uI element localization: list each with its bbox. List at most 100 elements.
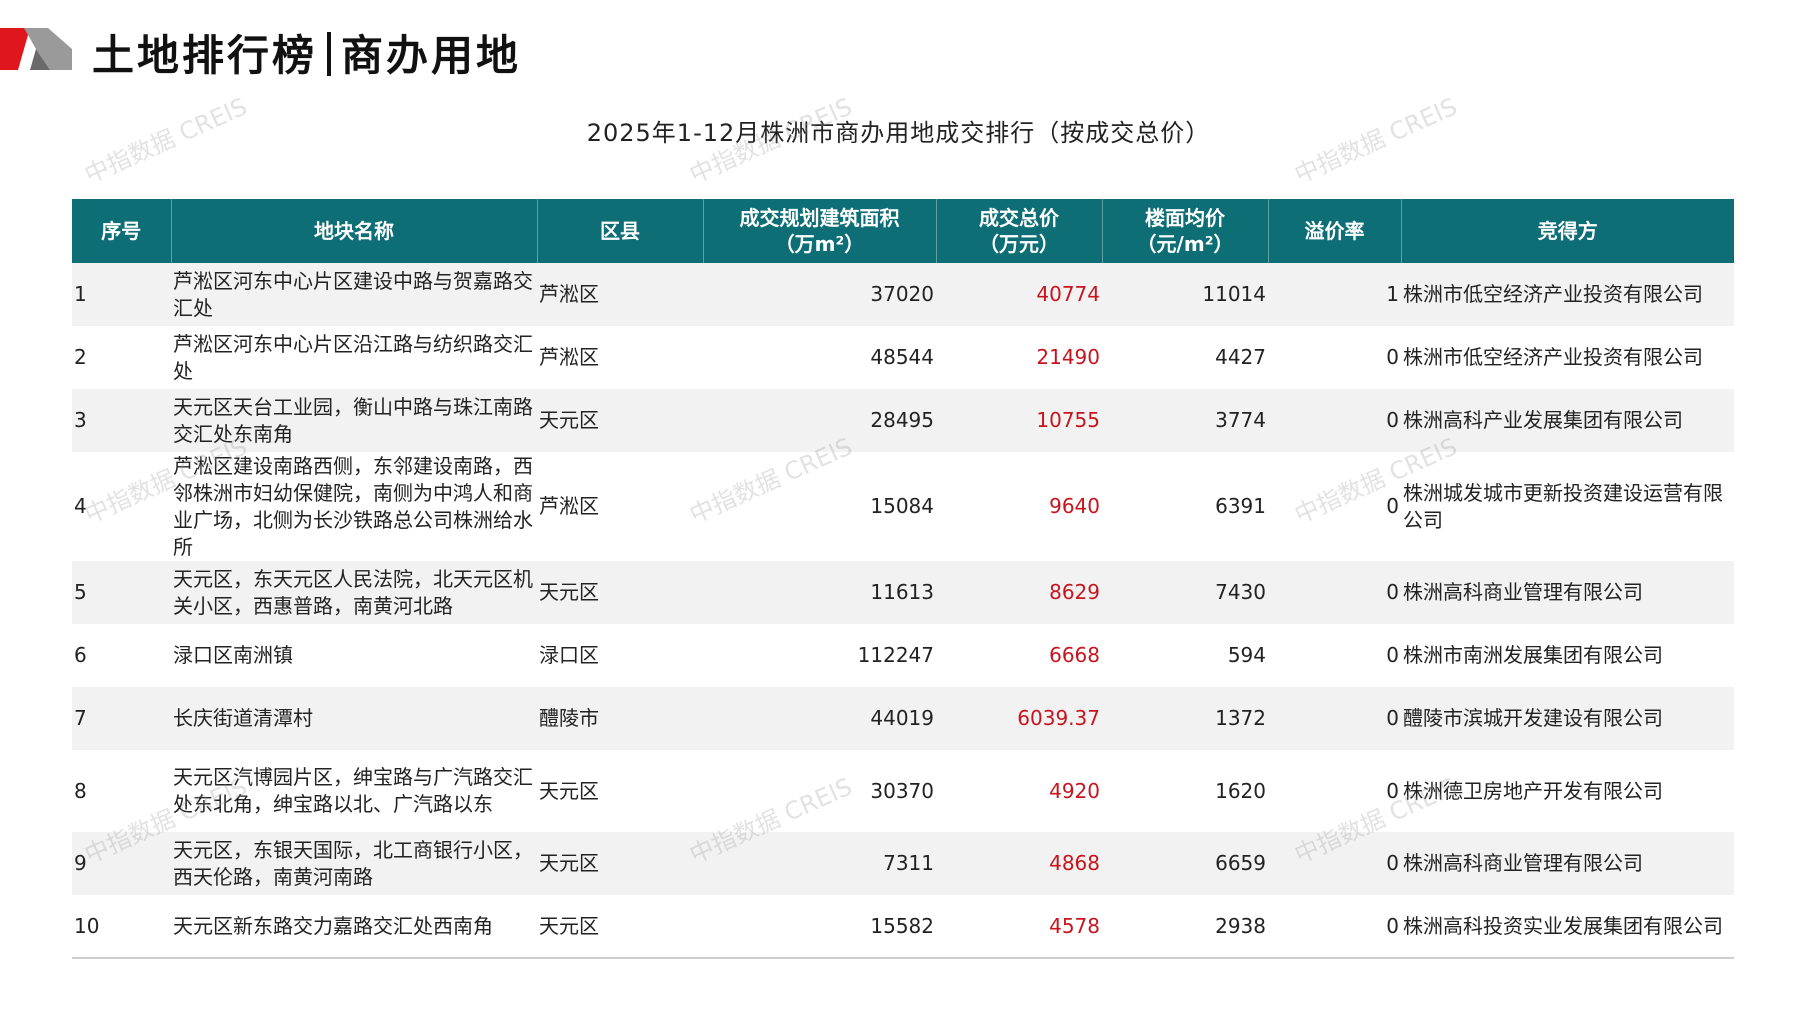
cell-total-price: 4920 xyxy=(936,750,1102,832)
cell-rank: 9 xyxy=(72,832,171,895)
cell-area: 112247 xyxy=(703,624,936,687)
cell-total-price: 21490 xyxy=(936,326,1102,389)
cell-rank: 5 xyxy=(72,561,171,624)
cell-premium: 0 xyxy=(1268,687,1401,750)
cell-unit-price: 11014 xyxy=(1102,263,1268,326)
cell-area: 44019 xyxy=(703,687,936,750)
cell-district: 醴陵市 xyxy=(537,687,703,750)
cell-buyer: 株洲高科商业管理有限公司 xyxy=(1401,832,1734,895)
table-row: 5 天元区，东天元区人民法院，北天元区机关小区，西惠普路，南黄河北路 天元区 1… xyxy=(72,561,1734,624)
page-title: 土地排行榜 商办用地 xyxy=(92,22,521,83)
cell-buyer: 株洲德卫房地产开发有限公司 xyxy=(1401,750,1734,832)
cell-area: 15084 xyxy=(703,452,936,561)
cell-total-price: 40774 xyxy=(936,263,1102,326)
cell-rank: 3 xyxy=(72,389,171,452)
cell-name: 天元区，东天元区人民法院，北天元区机关小区，西惠普路，南黄河北路 xyxy=(171,561,537,624)
cell-unit-price: 7430 xyxy=(1102,561,1268,624)
cell-name: 天元区天台工业园，衡山中路与珠江南路交汇处东南角 xyxy=(171,389,537,452)
cell-name: 天元区，东银天国际，北工商银行小区，西天伦路，南黄河南路 xyxy=(171,832,537,895)
col-header-premium: 溢价率 xyxy=(1268,199,1402,263)
cell-area: 30370 xyxy=(703,750,936,832)
col-header-district: 区县 xyxy=(537,199,704,263)
cell-district: 天元区 xyxy=(537,750,703,832)
cell-district: 天元区 xyxy=(537,895,703,959)
cell-name: 渌口区南洲镇 xyxy=(171,624,537,687)
cell-rank: 8 xyxy=(72,750,171,832)
cell-unit-price: 4427 xyxy=(1102,326,1268,389)
cell-district: 芦淞区 xyxy=(537,263,703,326)
cell-premium: 0 xyxy=(1268,452,1401,561)
cell-premium: 1 xyxy=(1268,263,1401,326)
cell-total-price: 9640 xyxy=(936,452,1102,561)
cell-total-price: 6039.37 xyxy=(936,687,1102,750)
table-row: 1 芦淞区河东中心片区建设中路与贺嘉路交汇处 芦淞区 37020 40774 1… xyxy=(72,263,1734,326)
col-header-area: 成交规划建筑面积 （万m²） xyxy=(703,199,937,263)
table-header-row: 序号 地块名称 区县 成交规划建筑面积 （万m²） 成交总价 （万元） 楼面均价 （元… xyxy=(72,199,1734,263)
cell-buyer: 株洲高科投资实业发展集团有限公司 xyxy=(1401,895,1734,959)
table-row: 3 天元区天台工业园，衡山中路与珠江南路交汇处东南角 天元区 28495 107… xyxy=(72,389,1734,452)
table-row: 4 芦淞区建设南路西侧，东邻建设南路，西邻株洲市妇幼保健院，南侧为中鸿人和商业广… xyxy=(72,452,1734,561)
cell-district: 芦淞区 xyxy=(537,326,703,389)
cell-rank: 4 xyxy=(72,452,171,561)
table-row: 10 天元区新东路交力嘉路交汇处西南角 天元区 15582 4578 2938 … xyxy=(72,895,1734,959)
table-row: 7 长庆街道清潭村 醴陵市 44019 6039.37 1372 0 醴陵市滨城… xyxy=(72,687,1734,750)
cell-unit-price: 3774 xyxy=(1102,389,1268,452)
cell-unit-price: 1620 xyxy=(1102,750,1268,832)
cell-rank: 7 xyxy=(72,687,171,750)
cell-buyer: 株洲高科产业发展集团有限公司 xyxy=(1401,389,1734,452)
cell-buyer: 株洲城发城市更新投资建设运营有限公司 xyxy=(1401,452,1734,561)
cell-name: 长庆街道清潭村 xyxy=(171,687,537,750)
col-header-unit-price: 楼面均价 （元/m²） xyxy=(1102,199,1269,263)
page-title-left: 土地排行榜 xyxy=(92,31,318,80)
cell-name: 芦淞区建设南路西侧，东邻建设南路，西邻株洲市妇幼保健院，南侧为中鸿人和商业广场，… xyxy=(171,452,537,561)
cell-unit-price: 594 xyxy=(1102,624,1268,687)
cell-area: 37020 xyxy=(703,263,936,326)
cell-area: 7311 xyxy=(703,832,936,895)
title-divider xyxy=(327,32,332,76)
cell-total-price: 4578 xyxy=(936,895,1102,959)
col-header-total-price: 成交总价 （万元） xyxy=(936,199,1103,263)
land-ranking-table: 序号 地块名称 区县 成交规划建筑面积 （万m²） 成交总价 （万元） 楼面均价 （元… xyxy=(72,199,1734,959)
table-subtitle: 2025年1-12月株洲市商办用地成交排行（按成交总价） xyxy=(586,119,1211,147)
cell-buyer: 醴陵市滨城开发建设有限公司 xyxy=(1401,687,1734,750)
logo-icon xyxy=(0,28,72,70)
cell-premium: 0 xyxy=(1268,895,1401,959)
table-row: 6 渌口区南洲镇 渌口区 112247 6668 594 0 株洲市南洲发展集团… xyxy=(72,624,1734,687)
cell-area: 15582 xyxy=(703,895,936,959)
cell-premium: 0 xyxy=(1268,624,1401,687)
cell-unit-price: 6391 xyxy=(1102,452,1268,561)
cell-area: 11613 xyxy=(703,561,936,624)
cell-total-price: 4868 xyxy=(936,832,1102,895)
col-header-rank: 序号 xyxy=(72,199,172,263)
cell-premium: 0 xyxy=(1268,561,1401,624)
cell-district: 天元区 xyxy=(537,389,703,452)
cell-district: 渌口区 xyxy=(537,624,703,687)
col-header-name: 地块名称 xyxy=(171,199,538,263)
cell-premium: 0 xyxy=(1268,389,1401,452)
cell-buyer: 株洲市低空经济产业投资有限公司 xyxy=(1401,326,1734,389)
cell-premium: 0 xyxy=(1268,750,1401,832)
cell-buyer: 株洲市低空经济产业投资有限公司 xyxy=(1401,263,1734,326)
cell-premium: 0 xyxy=(1268,326,1401,389)
page-title-right: 商办用地 xyxy=(341,31,522,80)
table-row: 8 天元区汽博园片区，绅宝路与广汽路交汇处东北角，绅宝路以北、广汽路以东 天元区… xyxy=(72,750,1734,832)
cell-area: 48544 xyxy=(703,326,936,389)
cell-rank: 10 xyxy=(72,895,171,959)
cell-total-price: 10755 xyxy=(936,389,1102,452)
cell-district: 天元区 xyxy=(537,561,703,624)
cell-unit-price: 1372 xyxy=(1102,687,1268,750)
cell-rank: 1 xyxy=(72,263,171,326)
cell-total-price: 8629 xyxy=(936,561,1102,624)
cell-district: 天元区 xyxy=(537,832,703,895)
cell-name: 芦淞区河东中心片区建设中路与贺嘉路交汇处 xyxy=(171,263,537,326)
cell-name: 天元区汽博园片区，绅宝路与广汽路交汇处东北角，绅宝路以北、广汽路以东 xyxy=(171,750,537,832)
cell-name: 芦淞区河东中心片区沿江路与纺织路交汇处 xyxy=(171,326,537,389)
cell-buyer: 株洲高科商业管理有限公司 xyxy=(1401,561,1734,624)
cell-buyer: 株洲市南洲发展集团有限公司 xyxy=(1401,624,1734,687)
cell-total-price: 6668 xyxy=(936,624,1102,687)
cell-unit-price: 6659 xyxy=(1102,832,1268,895)
table-row: 9 天元区，东银天国际，北工商银行小区，西天伦路，南黄河南路 天元区 7311 … xyxy=(72,832,1734,895)
cell-unit-price: 2938 xyxy=(1102,895,1268,959)
cell-rank: 2 xyxy=(72,326,171,389)
cell-district: 芦淞区 xyxy=(537,452,703,561)
